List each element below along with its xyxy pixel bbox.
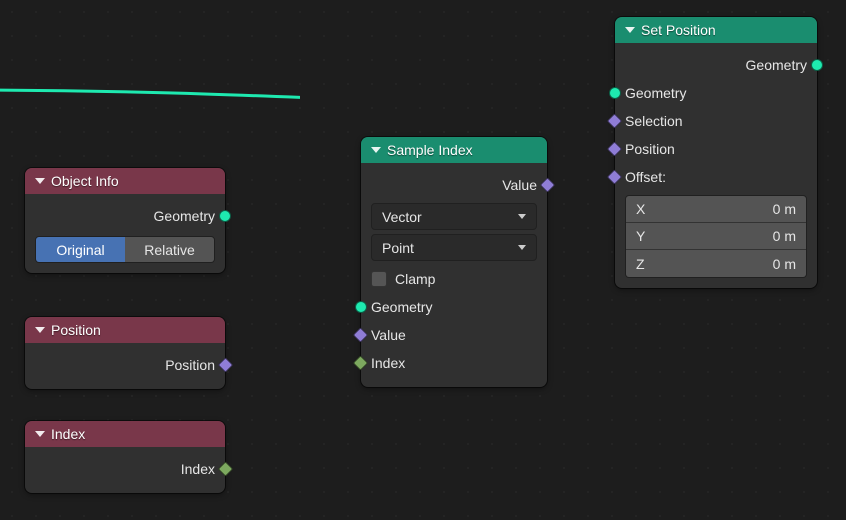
node-header[interactable]: Index [25,421,225,447]
select-value: Point [382,240,414,256]
clamp-label: Clamp [395,271,435,287]
node-index[interactable]: Index Index [25,421,225,493]
node-header[interactable]: Position [25,317,225,343]
select-value: Vector [382,209,422,225]
axis-value: 0 m [773,228,796,244]
node-title: Position [51,322,101,338]
node-header[interactable]: Object Info [25,168,225,194]
node-header[interactable]: Sample Index [361,137,547,163]
node-object-info[interactable]: Object Info Geometry Original Relative [25,168,225,273]
socket-label: Index [181,461,215,477]
socket-label: Value [371,327,406,343]
node-title: Index [51,426,85,442]
axis-value: 0 m [773,201,796,217]
axis-label: Y [636,228,645,244]
node-position[interactable]: Position Position [25,317,225,389]
axis-label: Z [636,256,645,272]
socket-label: Offset: [625,169,666,185]
chevron-down-icon [35,178,45,184]
node-header[interactable]: Set Position [615,17,817,43]
socket-label: Selection [625,113,683,129]
socket-geometry-out[interactable] [219,210,231,222]
node-set-position[interactable]: Set Position Geometry Geometry Selection… [615,17,817,288]
socket-label: Position [625,141,675,157]
chevron-down-icon [35,327,45,333]
chevron-down-icon [371,147,381,153]
chevron-down-icon [35,431,45,437]
toggle-relative[interactable]: Relative [125,237,214,262]
axis-value: 0 m [773,256,796,272]
clamp-checkbox[interactable] [371,271,387,287]
offset-x[interactable]: X 0 m [626,196,806,223]
socket-geometry-in[interactable] [609,87,621,99]
socket-label: Index [371,355,405,371]
socket-geometry-in[interactable] [355,301,367,313]
socket-label: Geometry [746,57,807,73]
node-title: Object Info [51,173,119,189]
domain-select[interactable]: Point [371,234,537,261]
node-title: Set Position [641,22,716,38]
node-title: Sample Index [387,142,473,158]
toggle-original[interactable]: Original [36,237,125,262]
node-sample-index[interactable]: Sample Index Value Vector Point Clamp Ge… [361,137,547,387]
socket-label: Geometry [154,208,215,224]
data-type-select[interactable]: Vector [371,203,537,230]
socket-label: Geometry [371,299,432,315]
offset-z[interactable]: Z 0 m [626,250,806,277]
transform-space-toggle[interactable]: Original Relative [35,236,215,263]
socket-geometry-out[interactable] [811,59,823,71]
offset-vector-input[interactable]: X 0 m Y 0 m Z 0 m [625,195,807,278]
socket-label: Value [502,177,537,193]
chevron-down-icon [518,245,526,250]
axis-label: X [636,201,645,217]
chevron-down-icon [625,27,635,33]
socket-label: Position [165,357,215,373]
offset-y[interactable]: Y 0 m [626,223,806,250]
chevron-down-icon [518,214,526,219]
socket-label: Geometry [625,85,686,101]
